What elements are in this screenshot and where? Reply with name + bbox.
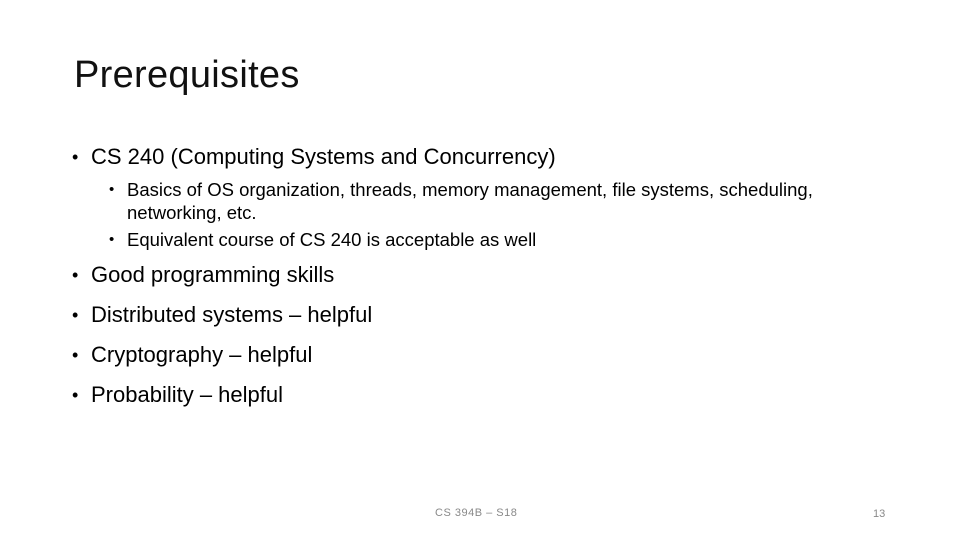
bullet-cs240: CS 240 (Computing Systems and Concurrenc… [72, 144, 892, 170]
page-number: 13 [873, 508, 886, 520]
bullet-cryptography: Cryptography – helpful [72, 342, 892, 368]
bullet-probability: Probability – helpful [72, 382, 892, 408]
sub-bullet-equivalent-course: Equivalent course of CS 240 is acceptabl… [72, 228, 892, 251]
slide-title: Prerequisites [74, 54, 300, 96]
sub-bullets: Basics of OS organization, threads, memo… [72, 178, 892, 251]
bullet-distributed-systems: Distributed systems – helpful [72, 302, 892, 328]
slide-footer: CS 394B – S18 [435, 507, 518, 519]
bullet-programming-skills: Good programming skills [72, 262, 892, 288]
slide-body: CS 240 (Computing Systems and Concurrenc… [72, 144, 892, 422]
sub-bullet-os-basics: Basics of OS organization, threads, memo… [72, 178, 827, 224]
